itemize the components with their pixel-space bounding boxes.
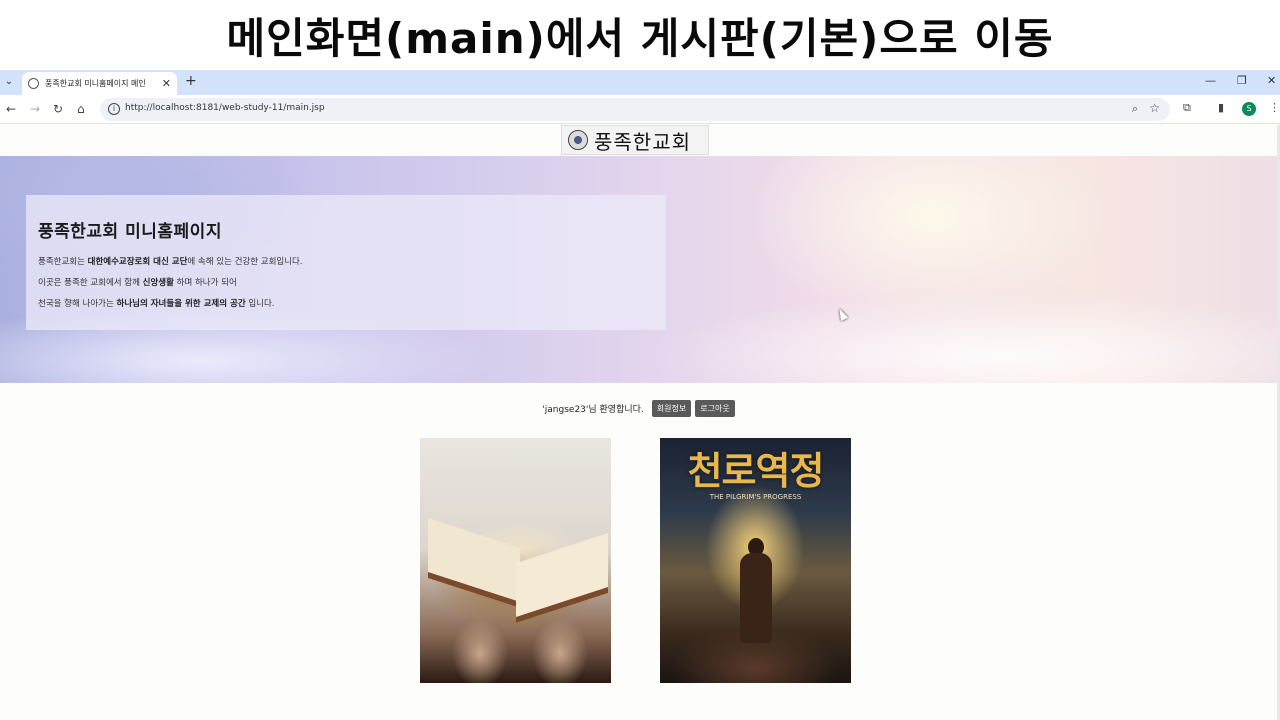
globe-icon bbox=[28, 78, 39, 89]
tab-title: 풍족한교회 미니홈페이지 메인 bbox=[45, 79, 146, 88]
avatar[interactable]: S bbox=[1242, 102, 1256, 116]
pilgrims-progress-image-link[interactable]: 천로역정 THE PILGRIM'S PROGRESS bbox=[660, 438, 851, 683]
minimize-icon[interactable]: — bbox=[1205, 74, 1216, 87]
hero-text: 풍족한교회는 bbox=[38, 257, 88, 267]
back-icon[interactable]: ← bbox=[6, 102, 16, 116]
tab-bar: ⌄ 풍족한교회 미니홈페이지 메인 ✕ + — ❐ ✕ bbox=[0, 70, 1280, 95]
member-info-button[interactable]: 회원정보 bbox=[651, 399, 692, 417]
restore-icon[interactable]: ❐ bbox=[1237, 74, 1247, 87]
hero-text: 이곳은 풍족한 교회에서 함께 bbox=[38, 278, 143, 288]
info-icon[interactable]: i bbox=[108, 103, 120, 115]
book-page-left bbox=[428, 518, 520, 608]
hero-title: 풍족한교회 미니홈페이지 bbox=[38, 222, 222, 242]
star-icon[interactable]: ☆ bbox=[1149, 101, 1160, 115]
welcome-message: 'jangse23'님 환영합니다. bbox=[542, 404, 644, 415]
mouse-cursor-icon bbox=[835, 306, 849, 322]
zoom-icon[interactable]: ⌕ bbox=[1132, 102, 1138, 116]
home-icon[interactable]: ⌂ bbox=[77, 102, 85, 116]
pilgrim-subtitle: THE PILGRIM'S PROGRESS bbox=[709, 493, 802, 501]
logo-text: 풍족한교회 bbox=[594, 129, 691, 154]
hero-emphasis: 대한예수교장로회 대신 교단 bbox=[87, 257, 188, 267]
hero-line-3: 천국을 향해 나아가는 하나님의 자녀들을 위한 교제의 공간 입니다. bbox=[38, 294, 654, 315]
church-emblem-icon bbox=[568, 130, 588, 150]
hero-banner: 풍족한교회 미니홈페이지 풍족한교회는 대한예수교장로회 대신 교단에 속해 있… bbox=[0, 156, 1277, 383]
hero-emphasis: 신앙생활 bbox=[142, 278, 174, 288]
address-bar[interactable]: i http://localhost:8181/web-study-11/mai… bbox=[100, 98, 1170, 121]
site-logo[interactable]: 풍족한교회 bbox=[561, 125, 709, 155]
hero-line-1: 풍족한교회는 대한예수교장로회 대신 교단에 속해 있는 건강한 교회입니다. bbox=[38, 252, 654, 273]
forward-icon[interactable]: → bbox=[30, 102, 40, 116]
hero-panel: 풍족한교회 미니홈페이지 풍족한교회는 대한예수교장로회 대신 교단에 속해 있… bbox=[26, 195, 666, 330]
hero-line-2: 이곳은 풍족한 교회에서 함께 신앙생활 하며 하나가 되어 bbox=[38, 273, 654, 294]
browser-toolbar: ← → ↻ ⌂ i http://localhost:8181/web-stud… bbox=[0, 95, 1280, 124]
welcome-bar: 'jangse23'님 환영합니다. 회원정보 로그아웃 bbox=[0, 398, 1277, 418]
extensions-icon[interactable]: ⧉ bbox=[1183, 101, 1191, 115]
bible-image-link[interactable] bbox=[420, 438, 611, 683]
hero-text: 하며 하나가 되어 bbox=[173, 278, 237, 288]
pilgrim-figure bbox=[740, 553, 772, 643]
hero-text: 천국을 향해 나아가는 bbox=[38, 299, 117, 309]
url-text[interactable]: http://localhost:8181/web-study-11/main.… bbox=[125, 103, 325, 113]
book-page-right bbox=[516, 533, 608, 623]
menu-icon[interactable]: ⋮ bbox=[1269, 101, 1280, 114]
hero-text: 입니다. bbox=[245, 299, 275, 309]
sidepanel-icon[interactable]: ▮ bbox=[1218, 101, 1224, 114]
page-viewport: 풍족한교회 풍족한교회 미니홈페이지 풍족한교회는 대한예수교장로회 대신 교단… bbox=[0, 125, 1277, 720]
tab-main[interactable]: 풍족한교회 미니홈페이지 메인 ✕ bbox=[22, 72, 177, 95]
hero-text: 에 속해 있는 건강한 교회입니다. bbox=[187, 257, 303, 267]
reload-icon[interactable]: ↻ bbox=[53, 102, 63, 116]
hero-emphasis: 하나님의 자녀들을 위한 교제의 공간 bbox=[116, 299, 246, 309]
plus-icon[interactable]: + bbox=[185, 73, 197, 89]
browser-window: ⌄ 풍족한교회 미니홈페이지 메인 ✕ + — ❐ ✕ ← → ↻ ⌂ i ht… bbox=[0, 70, 1280, 720]
window-close-icon[interactable]: ✕ bbox=[1267, 74, 1276, 87]
close-icon[interactable]: ✕ bbox=[162, 77, 171, 90]
pilgrim-title: 천로역정 bbox=[687, 449, 825, 493]
chevron-down-icon[interactable]: ⌄ bbox=[2, 75, 16, 89]
slide-title: 메인화면(main)에서 게시판(기본)으로 이동 bbox=[226, 13, 1054, 63]
logout-button[interactable]: 로그아웃 bbox=[695, 399, 735, 417]
